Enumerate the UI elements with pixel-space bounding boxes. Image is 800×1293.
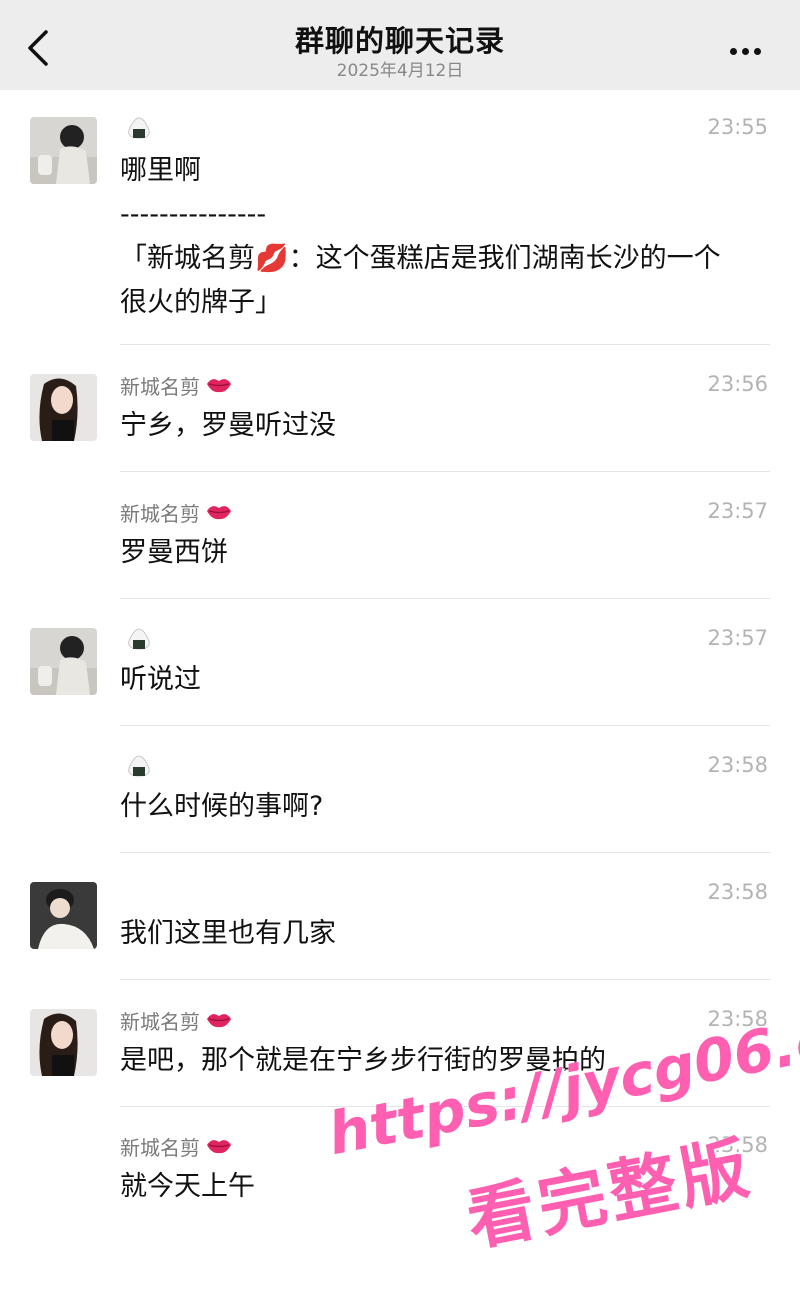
sender-name-label: 新城名剪 <box>120 1135 200 1160</box>
message-time: 23:57 <box>707 626 768 650</box>
sender-name: 新城名剪 <box>120 1007 232 1034</box>
chat-message: 新城名剪 23:56 宁乡，罗曼听过没 <box>0 372 800 472</box>
message-time: 23:57 <box>707 499 768 523</box>
message-line: 宁乡，罗曼听过没 <box>120 410 336 441</box>
sender-name: 新城名剪 <box>120 372 232 399</box>
kiss-mark-icon <box>207 379 231 393</box>
avatar[interactable] <box>30 374 97 441</box>
divider <box>120 471 770 472</box>
kiss-mark-icon <box>207 1140 231 1154</box>
kiss-mark-icon <box>207 506 231 520</box>
message-text[interactable]: 就今天上午 <box>120 1165 770 1209</box>
message-text[interactable]: 什么时候的事啊? <box>120 785 770 829</box>
sender-name: 新城名剪 <box>120 499 232 526</box>
chat-message: 23:57 听说过 <box>0 626 800 726</box>
sender-name: 新城名剪 <box>120 1133 232 1160</box>
message-text[interactable]: 是吧，那个就是在宁乡步行街的罗曼拍的 <box>120 1039 770 1083</box>
chat-history-header: 群聊的聊天记录 2025年4月12日 <box>0 0 800 90</box>
page-title: 群聊的聊天记录 <box>294 24 505 58</box>
chat-message: 新城名剪 23:58 是吧，那个就是在宁乡步行街的罗曼拍的 <box>0 1007 800 1107</box>
message-time: 23:58 <box>707 1133 768 1157</box>
message-line: 哪里啊 <box>120 155 201 186</box>
sender-name <box>120 753 152 779</box>
avatar[interactable] <box>30 882 97 949</box>
sender-name-label: 新城名剪 <box>120 374 200 399</box>
chat-message: 23:58 我们这里也有几家 <box>0 880 800 980</box>
quote-separator: --------------- <box>120 199 267 230</box>
divider <box>120 1106 770 1107</box>
chat-message: 23:55 哪里啊 --------------- 「新城名剪💋：这个蛋糕店是我… <box>0 115 800 345</box>
message-time: 23:58 <box>707 753 768 777</box>
message-line: 是吧，那个就是在宁乡步行街的罗曼拍的 <box>120 1045 606 1076</box>
chat-message: 新城名剪 23:57 罗曼西饼 <box>0 499 800 599</box>
message-text[interactable]: 宁乡，罗曼听过没 <box>120 404 770 448</box>
message-line: 听说过 <box>120 664 201 695</box>
chat-message: 23:58 什么时候的事啊? <box>0 753 800 853</box>
quoted-message-line: 很火的牌子」 <box>120 287 282 318</box>
message-line: 我们这里也有几家 <box>120 918 336 949</box>
message-time: 23:55 <box>707 115 768 139</box>
onigiri-emoji-icon <box>128 628 150 650</box>
chat-message: 新城名剪 23:58 就今天上午 <box>0 1133 800 1233</box>
message-text[interactable]: 听说过 <box>120 658 770 702</box>
message-line: 罗曼西饼 <box>120 537 228 568</box>
sender-name-label: 新城名剪 <box>120 501 200 526</box>
divider <box>120 598 770 599</box>
avatar[interactable] <box>30 628 97 695</box>
divider <box>120 979 770 980</box>
message-time: 23:56 <box>707 372 768 396</box>
more-options-icon[interactable] <box>730 40 770 56</box>
quoted-message-line: 「新城名剪💋：这个蛋糕店是我们湖南长沙的一个 <box>120 243 721 274</box>
divider <box>120 725 770 726</box>
onigiri-emoji-icon <box>128 117 150 139</box>
message-line: 什么时候的事啊? <box>120 791 324 822</box>
message-text[interactable]: 我们这里也有几家 <box>120 912 770 956</box>
divider <box>120 344 770 345</box>
page-subtitle-date: 2025年4月12日 <box>336 61 464 81</box>
sender-name-label: 新城名剪 <box>120 1009 200 1034</box>
kiss-mark-icon <box>207 1014 231 1028</box>
message-text[interactable]: 罗曼西饼 <box>120 531 770 575</box>
divider <box>120 852 770 853</box>
sender-name <box>120 115 152 141</box>
avatar[interactable] <box>30 117 97 184</box>
avatar[interactable] <box>30 1009 97 1076</box>
message-line: 就今天上午 <box>120 1171 255 1202</box>
onigiri-emoji-icon <box>128 755 150 777</box>
message-time: 23:58 <box>707 880 768 904</box>
message-text[interactable]: 哪里啊 --------------- 「新城名剪💋：这个蛋糕店是我们湖南长沙的… <box>120 149 770 325</box>
sender-name <box>120 626 152 652</box>
message-time: 23:58 <box>707 1007 768 1031</box>
